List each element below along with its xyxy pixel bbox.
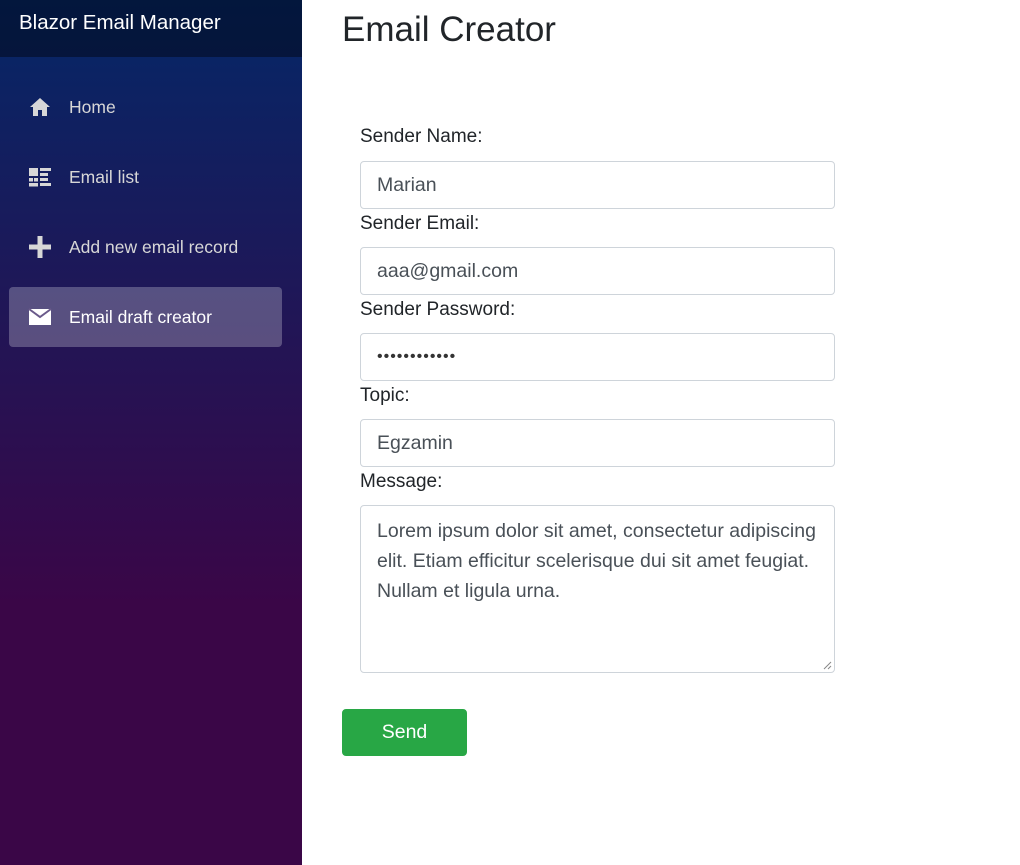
email-form: Sender Name: Marian Sender Email: aaa@gm… (360, 124, 835, 673)
sidebar-item-label: Add new email record (69, 236, 239, 257)
topic-input[interactable]: Egzamin (360, 419, 835, 467)
page-title: Email Creator (342, 10, 556, 49)
brand-bar: Blazor Email Manager (0, 0, 302, 57)
brand-link[interactable]: Blazor Email Manager (19, 11, 221, 35)
sender-password-input[interactable]: •••••••••••• (360, 333, 835, 381)
plus-icon (27, 235, 53, 259)
sender-email-input[interactable]: aaa@gmail.com (360, 247, 835, 295)
sidebar-item-home[interactable]: Home (9, 77, 282, 137)
home-icon (27, 95, 53, 119)
sender-name-input[interactable]: Marian (360, 161, 835, 209)
topic-value: Egzamin (377, 431, 453, 454)
topic-label: Topic: (360, 385, 410, 406)
sender-email-label: Sender Email: (360, 213, 480, 234)
sender-password-value: •••••••••••• (377, 348, 457, 365)
sidebar: Blazor Email Manager Home Email list Add… (0, 0, 302, 865)
sender-name-value: Marian (377, 173, 437, 196)
sidebar-nav: Home Email list Add new email record Ema… (0, 57, 302, 357)
list-icon (27, 165, 53, 189)
app-root: Blazor Email Manager Home Email list Add… (0, 0, 1020, 865)
sidebar-item-email-draft-creator[interactable]: Email draft creator (9, 287, 282, 347)
message-textarea[interactable]: Lorem ipsum dolor sit amet, consectetur … (360, 505, 835, 673)
sidebar-item-label: Email list (69, 166, 140, 187)
sender-password-label: Sender Password: (360, 299, 516, 320)
envelope-icon (27, 305, 53, 329)
sidebar-item-label: Home (69, 96, 116, 117)
sidebar-item-email-list[interactable]: Email list (9, 147, 282, 207)
sidebar-item-add-email[interactable]: Add new email record (9, 217, 282, 277)
main-content: Email Creator Sender Name: Marian Sender… (302, 0, 1020, 865)
send-button[interactable]: Send (342, 709, 467, 756)
resize-grip-icon[interactable] (822, 660, 832, 670)
sidebar-item-label: Email draft creator (69, 306, 212, 327)
sender-name-label: Sender Name: (360, 126, 483, 147)
message-value: Lorem ipsum dolor sit amet, consectetur … (377, 520, 816, 602)
message-label: Message: (360, 471, 443, 492)
sender-email-value: aaa@gmail.com (377, 259, 519, 282)
